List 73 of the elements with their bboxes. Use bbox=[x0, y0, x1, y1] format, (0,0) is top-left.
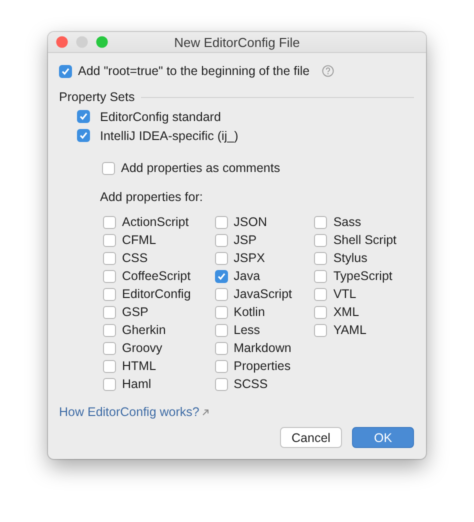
checkbox[interactable] bbox=[103, 378, 116, 390]
checkbox[interactable] bbox=[102, 162, 115, 174]
checkbox[interactable] bbox=[314, 306, 328, 318]
checkbox-label: SCSS bbox=[234, 377, 268, 391]
checkbox-label: Less bbox=[234, 323, 260, 337]
checkbox[interactable] bbox=[214, 270, 228, 282]
checkbox[interactable] bbox=[214, 324, 228, 336]
checkbox-label: ActionScript bbox=[122, 215, 189, 229]
checkbox[interactable] bbox=[103, 360, 116, 372]
checkbox[interactable] bbox=[103, 288, 116, 300]
checkbox-label: Markdown bbox=[234, 341, 292, 355]
checkbox[interactable] bbox=[314, 234, 328, 246]
checkbox-label: XML bbox=[333, 305, 360, 319]
help-link[interactable]: How EditorConfig works? bbox=[59, 405, 210, 419]
cancel-button[interactable]: Cancel bbox=[280, 427, 342, 448]
window-title: New EditorConfig File bbox=[174, 34, 300, 50]
checkbox[interactable] bbox=[214, 252, 228, 264]
checkbox-label: CFML bbox=[122, 233, 156, 247]
checkbox-label: IntelliJ IDEA-specific (ij_) bbox=[100, 128, 238, 142]
checkbox-label: TypeScript bbox=[333, 269, 392, 283]
checkbox[interactable] bbox=[77, 110, 90, 123]
checkbox-label: JSON bbox=[234, 215, 267, 229]
checkbox[interactable] bbox=[314, 270, 328, 282]
checkbox-label: Properties bbox=[234, 359, 291, 373]
checkbox-label: Shell Script bbox=[333, 233, 397, 247]
close-icon[interactable] bbox=[56, 36, 68, 48]
checkbox-label: Sass bbox=[333, 215, 362, 229]
checkbox[interactable] bbox=[103, 306, 116, 318]
checkbox-label: VTL bbox=[333, 287, 356, 301]
checkbox-label: Add properties as comments bbox=[121, 161, 280, 175]
section-title: Property Sets bbox=[59, 90, 135, 104]
checkbox-label: Java bbox=[234, 269, 260, 283]
checkbox[interactable] bbox=[214, 360, 228, 372]
minimize-icon[interactable] bbox=[76, 36, 88, 48]
checkbox[interactable] bbox=[103, 270, 116, 282]
checkbox[interactable] bbox=[214, 342, 228, 354]
checkbox[interactable] bbox=[103, 342, 116, 354]
ok-button[interactable]: OK bbox=[352, 427, 414, 448]
checkbox[interactable] bbox=[314, 288, 328, 300]
checkbox-label: Kotlin bbox=[234, 305, 265, 319]
checkbox-label: EditorConfig standard bbox=[100, 110, 221, 124]
checkbox-label: Add "root=true" to the beginning of the file bbox=[78, 64, 310, 78]
checkbox[interactable] bbox=[103, 234, 116, 246]
checkbox-label: CSS bbox=[122, 251, 148, 265]
checkbox[interactable] bbox=[214, 216, 228, 228]
checkbox[interactable] bbox=[214, 378, 228, 390]
checkbox-label: Stylus bbox=[333, 251, 368, 265]
external-link-icon bbox=[202, 408, 210, 416]
checkbox-label: Haml bbox=[122, 377, 152, 391]
section-title: Add properties for: bbox=[100, 190, 204, 204]
checkbox[interactable] bbox=[214, 288, 228, 300]
checkbox[interactable] bbox=[314, 324, 328, 336]
checkbox-label: Gherkin bbox=[122, 323, 166, 337]
checkbox[interactable] bbox=[59, 64, 72, 78]
checkbox-label: JavaScript bbox=[234, 287, 292, 301]
help-icon[interactable] bbox=[322, 65, 334, 77]
checkbox[interactable] bbox=[103, 252, 116, 264]
checkbox[interactable] bbox=[214, 234, 228, 246]
checkbox-label: EditorConfig bbox=[122, 287, 191, 301]
checkbox[interactable] bbox=[314, 252, 328, 264]
checkbox-label: JSP bbox=[234, 233, 257, 247]
checkbox-label: Groovy bbox=[122, 341, 162, 355]
checkbox[interactable] bbox=[314, 216, 328, 228]
checkbox[interactable] bbox=[77, 129, 90, 142]
checkbox[interactable] bbox=[103, 324, 116, 336]
checkbox[interactable] bbox=[214, 306, 228, 318]
checkbox-label: HTML bbox=[122, 359, 156, 373]
checkbox-label: GSP bbox=[122, 305, 148, 319]
zoom-icon[interactable] bbox=[96, 36, 108, 48]
checkbox[interactable] bbox=[103, 216, 116, 228]
checkbox-label: JSPX bbox=[234, 251, 265, 265]
checkbox-label: CoffeeScript bbox=[122, 269, 191, 283]
checkbox-label: YAML bbox=[333, 323, 366, 337]
